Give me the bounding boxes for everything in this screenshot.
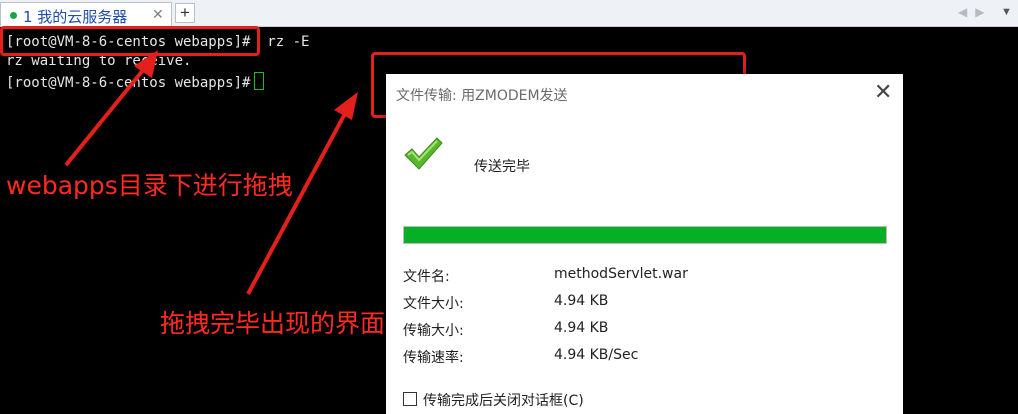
annotation-dialog-appears: 拖拽完毕出现的界面 [160,309,386,338]
annotation-drag-location: webapps目录下进行拖拽 [6,171,293,200]
arrow-to-prompt [64,62,150,167]
arrowhead-dialog [334,92,358,120]
